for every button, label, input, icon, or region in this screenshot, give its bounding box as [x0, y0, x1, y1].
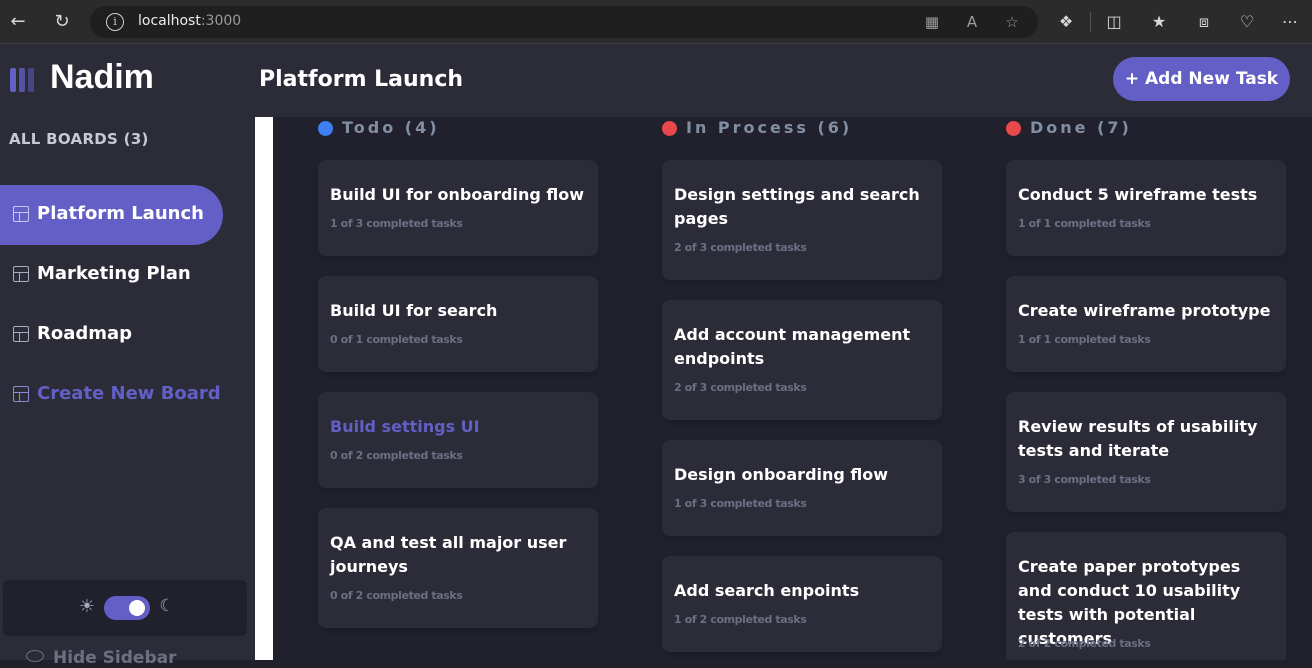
url-port: :3000 [200, 13, 242, 29]
board-icon [13, 386, 29, 402]
read-aloud-icon[interactable]: A [962, 12, 982, 32]
task-card[interactable]: Build UI for search 0 of 1 completed tas… [318, 276, 598, 372]
back-arrow-icon[interactable]: ← [6, 10, 30, 34]
task-card[interactable]: Build settings UI 0 of 2 completed tasks [318, 392, 598, 488]
subtask-count: 1 of 3 completed tasks [330, 217, 463, 230]
task-card[interactable]: Add account management endpoints 2 of 3 … [662, 300, 942, 420]
favorite-star-icon[interactable]: ☆ [1002, 12, 1022, 32]
task-title: Review results of usability tests and it… [1018, 417, 1258, 460]
task-title: Build settings UI [330, 417, 480, 436]
board-header: Platform Launch + Add New Task [255, 44, 1312, 117]
column-title: Done (7) [1030, 118, 1132, 137]
task-card[interactable]: Review results of usability tests and it… [1006, 392, 1286, 512]
browser-health-icon[interactable]: ♡ [1236, 11, 1258, 33]
toolbar-divider [1090, 12, 1091, 32]
reload-icon[interactable]: ↻ [50, 10, 74, 34]
task-title: Design settings and search pages [674, 185, 920, 228]
split-screen-icon[interactable]: ◫ [1103, 11, 1125, 33]
brand-name: Nadim [50, 58, 154, 96]
add-new-task-button[interactable]: + Add New Task [1113, 57, 1290, 101]
theme-toggle[interactable] [104, 596, 150, 620]
sidebar-item-label: Roadmap [37, 323, 133, 344]
task-title: QA and test all major user journeys [330, 533, 567, 576]
logo-icon [10, 68, 34, 92]
subtask-count: 3 of 3 completed tasks [1018, 473, 1151, 486]
task-card[interactable]: QA and test all major user journeys 0 of… [318, 508, 598, 628]
board-icon [13, 206, 29, 222]
column-title: In Process (6) [686, 118, 853, 137]
task-title: Add search enpoints [674, 581, 860, 600]
subtask-count: 1 of 1 completed tasks [1018, 333, 1151, 346]
task-title: Add account management endpoints [674, 325, 911, 368]
subtask-count: 2 of 2 completed tasks [1018, 637, 1151, 650]
sidebar-item-platform-launch[interactable]: Platform Launch [0, 185, 223, 245]
task-title: Conduct 5 wireframe tests [1018, 185, 1258, 204]
eye-slash-icon [26, 650, 44, 662]
status-dot [1006, 121, 1021, 136]
task-card[interactable]: Build UI for onboarding flow 1 of 3 comp… [318, 160, 598, 256]
status-dot [662, 121, 677, 136]
task-card[interactable]: Design onboarding flow 1 of 3 completed … [662, 440, 942, 536]
theme-switcher: ☀ ☾ [3, 580, 247, 636]
create-board-label: Create New Board [37, 383, 221, 404]
page-title: Platform Launch [259, 67, 464, 92]
sun-icon: ☀ [78, 596, 96, 617]
task-card[interactable]: Create paper prototypes and conduct 10 u… [1006, 532, 1286, 660]
address-bar[interactable]: i localhost:3000 ▦ A ☆ [90, 6, 1038, 38]
subtask-count: 2 of 3 completed tasks [674, 241, 807, 254]
browser-toolbar: ← ↻ i localhost:3000 ▦ A ☆ ❖ ◫ ★ ⧈ ♡ ⋯ [0, 0, 1312, 44]
board-columns: Todo (4) Build UI for onboarding flow 1 … [273, 117, 1312, 660]
divider-strip [255, 117, 273, 660]
subtask-count: 1 of 3 completed tasks [674, 497, 807, 510]
task-card[interactable]: Create wireframe prototype 1 of 1 comple… [1006, 276, 1286, 372]
toggle-knob [129, 600, 145, 616]
board-icon [13, 266, 29, 282]
sidebar-item-label: Platform Launch [37, 203, 204, 224]
subtask-count: 1 of 2 completed tasks [674, 613, 807, 626]
collections-icon[interactable]: ⧈ [1193, 11, 1215, 33]
subtask-count: 0 of 2 completed tasks [330, 589, 463, 602]
sidebar-item-marketing-plan[interactable]: Marketing Plan [0, 245, 223, 305]
task-card[interactable]: Conduct 5 wireframe tests 1 of 1 complet… [1006, 160, 1286, 256]
more-menu-icon[interactable]: ⋯ [1279, 11, 1301, 33]
url-text: localhost:3000 [138, 13, 241, 29]
status-dot [318, 121, 333, 136]
sidebar-item-label: Marketing Plan [37, 263, 191, 284]
app-grid-icon[interactable]: ▦ [922, 12, 942, 32]
subtask-count: 0 of 2 completed tasks [330, 449, 463, 462]
hide-sidebar-label: Hide Sidebar [53, 648, 177, 668]
task-title: Design onboarding flow [674, 465, 889, 484]
info-icon[interactable]: i [106, 13, 124, 31]
subtask-count: 2 of 3 completed tasks [674, 381, 807, 394]
task-card[interactable]: Design settings and search pages 2 of 3 … [662, 160, 942, 280]
extensions-icon[interactable]: ❖ [1055, 11, 1077, 33]
moon-icon: ☾ [159, 596, 175, 616]
sidebar-item-roadmap[interactable]: Roadmap [0, 305, 223, 365]
create-new-board-button[interactable]: Create New Board [0, 365, 223, 425]
all-boards-heading: ALL BOARDS (3) [9, 130, 149, 148]
task-card[interactable]: Add search enpoints 1 of 2 completed tas… [662, 556, 942, 652]
column-title: Todo (4) [342, 118, 440, 137]
url-host: localhost [138, 13, 201, 29]
board-icon [13, 326, 29, 342]
subtask-count: 1 of 1 completed tasks [1018, 217, 1151, 230]
favorites-icon[interactable]: ★ [1148, 11, 1170, 33]
subtask-count: 0 of 1 completed tasks [330, 333, 463, 346]
task-title: Create wireframe prototype [1018, 301, 1271, 320]
task-title: Build UI for onboarding flow [330, 185, 585, 204]
task-title: Build UI for search [330, 301, 498, 320]
sidebar: Nadim ALL BOARDS (3) Platform Launch Mar… [0, 44, 255, 668]
